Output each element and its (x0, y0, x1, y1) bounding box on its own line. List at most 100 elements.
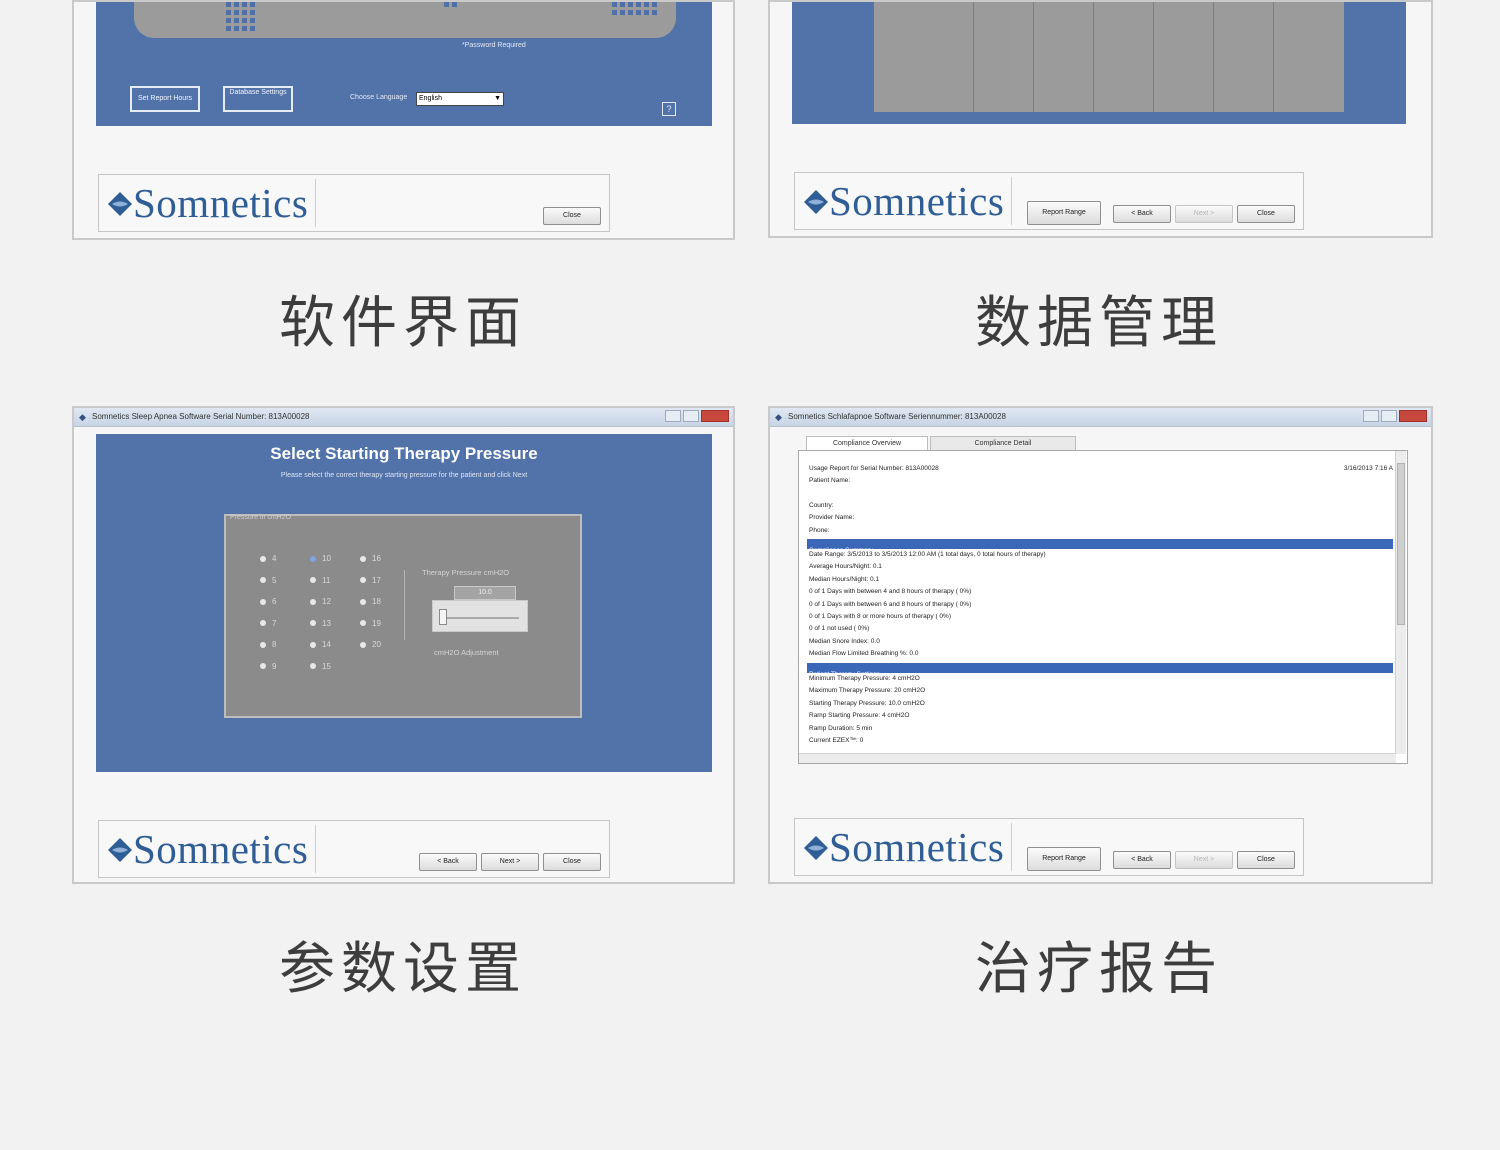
page-heading: Select Starting Therapy Pressure (270, 444, 538, 463)
next-button[interactable]: Next > (1175, 851, 1233, 869)
report-line: Current EZEX™: 0 (809, 737, 864, 744)
app-icon: ◆ (79, 412, 86, 422)
scroll-thumb[interactable] (1397, 463, 1405, 625)
map-dots (226, 2, 255, 31)
report-range-button[interactable]: Report Range (1027, 847, 1101, 871)
pressure-option[interactable]: 8 (260, 640, 276, 649)
pressure-option[interactable]: 9 (260, 662, 276, 671)
slider-track (441, 617, 519, 619)
pressure-value: 4 (272, 554, 277, 563)
close-icon[interactable] (1399, 410, 1427, 422)
report-line: Median Hours/Night: 0.1 (809, 575, 880, 583)
pressure-value: 5 (272, 575, 277, 585)
logo-text: Somnetics (829, 824, 1005, 870)
pressure-option[interactable]: 7 (260, 619, 276, 628)
minimize-icon[interactable] (665, 410, 681, 422)
pressure-option[interactable]: 19 (360, 619, 381, 628)
tab-compliance-overview[interactable]: Compliance Overview (806, 436, 928, 451)
radio-icon (310, 620, 316, 627)
pressure-option[interactable]: 16 (360, 554, 381, 563)
pressure-option[interactable]: 11 (310, 576, 330, 585)
pressure-option[interactable]: 15 (310, 662, 331, 671)
pressure-option[interactable]: 20 (360, 640, 381, 649)
report-line: Provider Name: (809, 514, 855, 522)
back-button[interactable]: < Back (1113, 851, 1171, 869)
help-icon[interactable]: ? (662, 102, 676, 116)
next-button[interactable]: Next > (1175, 205, 1233, 223)
caption-data-management: 数据管理 (975, 291, 1223, 356)
pressure-option[interactable]: 10 (310, 554, 331, 563)
back-button[interactable]: < Back (419, 853, 477, 871)
pressure-option[interactable]: 4 (260, 554, 276, 563)
therapy-pressure-label: Therapy Pressure cmH2O (422, 568, 510, 577)
horizontal-scrollbar[interactable] (799, 753, 1396, 763)
radio-icon (310, 555, 316, 562)
database-settings-button[interactable]: Database Settings (223, 86, 293, 112)
somnetics-logo: Somnetics (799, 823, 1012, 871)
pressure-option[interactable]: 14 (310, 640, 331, 649)
pressure-option[interactable]: 12 (310, 597, 331, 606)
pressure-value: 12 (322, 597, 331, 606)
logo-diamond-icon (108, 192, 132, 216)
pressure-value: 17 (372, 575, 381, 585)
window-title: Somnetics Sleep Apnea Software Serial Nu… (92, 412, 310, 421)
maximize-icon[interactable] (1381, 410, 1397, 422)
pressure-option[interactable]: 17 (360, 576, 381, 585)
close-button[interactable]: Close (543, 207, 601, 225)
radio-icon (360, 620, 366, 627)
logo-text: Somnetics (829, 178, 1005, 224)
pressure-option[interactable]: 6 (260, 597, 276, 606)
report-line: 0 of 1 Days with between 4 and 8 hours o… (809, 588, 972, 596)
caption-software-ui: 软件界面 (279, 291, 527, 356)
close-icon[interactable] (701, 410, 729, 422)
slider-thumb[interactable] (439, 609, 447, 625)
password-note: *Password Required (462, 42, 526, 49)
report-line: Median Snore Index: 0.0 (809, 637, 880, 645)
pressure-option[interactable]: 5 (260, 576, 276, 585)
close-button[interactable]: Close (1237, 851, 1295, 869)
language-label: Choose Language (350, 94, 408, 101)
set-report-hours-button[interactable]: Set Report Hours (130, 86, 200, 112)
report-line: Average Hours/Night: 0.1 (809, 563, 882, 571)
radio-icon (360, 598, 366, 605)
radio-icon (360, 641, 366, 648)
footer-bar: Somnetics Close (98, 174, 610, 232)
tab-compliance-detail[interactable]: Compliance Detail (930, 436, 1076, 451)
blue-screen (792, 2, 1406, 124)
close-button[interactable]: Close (1237, 205, 1295, 223)
report-tabs: Compliance Overview Compliance Detail (806, 436, 1078, 451)
divider (404, 570, 405, 640)
vertical-scrollbar[interactable] (1395, 451, 1406, 754)
radio-icon (260, 577, 266, 584)
pressure-value: 8 (272, 640, 277, 649)
next-button[interactable]: Next > (481, 853, 539, 871)
report-line: 0 of 1 Days with between 6 and 8 hours o… (809, 600, 972, 608)
language-select[interactable]: English ▼ (416, 92, 504, 106)
report-view: Usage Report for Serial Number: 813A0002… (798, 450, 1408, 764)
radio-icon (360, 577, 366, 584)
section-compliance-summary: Compliance Summary (807, 539, 1393, 554)
pressure-option[interactable]: 13 (310, 619, 331, 628)
close-button[interactable]: Close (543, 853, 601, 871)
window-titlebar: ◆ Somnetics Schlafapnoe Software Serienn… (770, 408, 1431, 427)
somnetics-logo: Somnetics (799, 177, 1012, 225)
back-button[interactable]: < Back (1113, 205, 1171, 223)
pressure-value: 18 (372, 597, 381, 606)
radio-icon (260, 641, 266, 648)
maximize-icon[interactable] (683, 410, 699, 422)
language-value: English (419, 95, 442, 102)
report-line: Ramp Starting Pressure: 4 cmH2O (809, 712, 910, 720)
pressure-value: 16 (372, 554, 381, 563)
pressure-option[interactable]: 18 (360, 597, 381, 606)
map-dots (444, 2, 457, 7)
logo-diamond-icon (804, 836, 828, 860)
report-range-button[interactable]: Report Range (1027, 201, 1101, 225)
report-line: Starting Therapy Pressure: 10.0 cmH2O (809, 699, 925, 707)
radio-icon (310, 641, 316, 648)
minimize-icon[interactable] (1363, 410, 1379, 422)
therapy-report-window: ◆ Somnetics Schlafapnoe Software Serienn… (768, 406, 1433, 884)
pressure-value: 13 (322, 618, 331, 628)
map-dots (612, 2, 657, 15)
pressure-value: 10 (322, 554, 331, 563)
pressure-slider[interactable] (432, 600, 528, 632)
